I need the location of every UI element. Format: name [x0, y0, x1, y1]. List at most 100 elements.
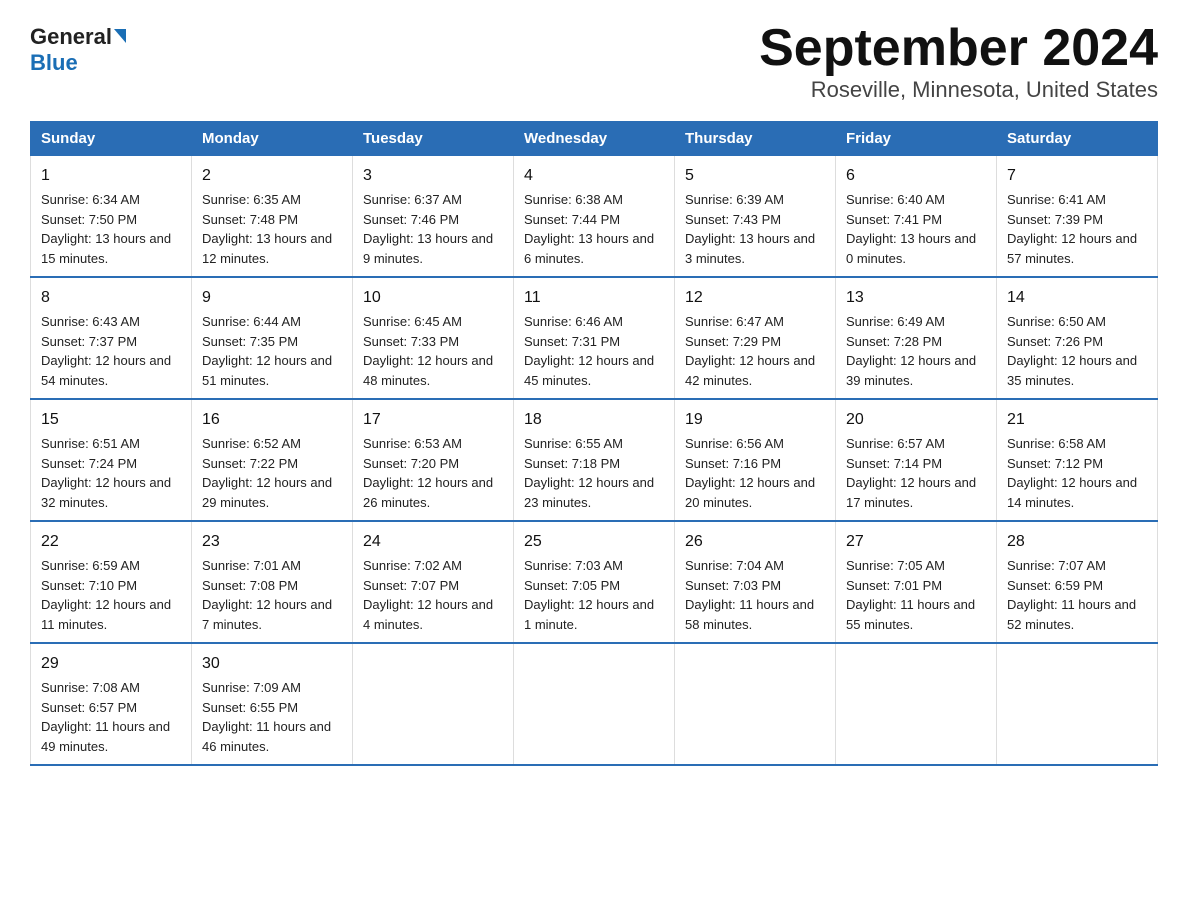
- sunrise-text: Sunrise: 6:39 AM: [685, 192, 784, 207]
- calendar-cell: 15Sunrise: 6:51 AMSunset: 7:24 PMDayligh…: [31, 399, 192, 521]
- calendar-cell: 13Sunrise: 6:49 AMSunset: 7:28 PMDayligh…: [836, 277, 997, 399]
- sunrise-text: Sunrise: 7:03 AM: [524, 558, 623, 573]
- sunrise-text: Sunrise: 7:04 AM: [685, 558, 784, 573]
- logo-blue-text: Blue: [30, 50, 78, 76]
- sunset-text: Sunset: 7:16 PM: [685, 456, 781, 471]
- calendar-header-row: SundayMondayTuesdayWednesdayThursdayFrid…: [31, 122, 1158, 156]
- sunrise-text: Sunrise: 7:05 AM: [846, 558, 945, 573]
- calendar-cell: 27Sunrise: 7:05 AMSunset: 7:01 PMDayligh…: [836, 521, 997, 643]
- sunrise-text: Sunrise: 6:56 AM: [685, 436, 784, 451]
- page-header: General Blue September 2024 Roseville, M…: [30, 20, 1158, 103]
- daylight-text: Daylight: 11 hours and 49 minutes.: [41, 719, 170, 754]
- daylight-text: Daylight: 13 hours and 9 minutes.: [363, 231, 493, 266]
- calendar-week-row: 22Sunrise: 6:59 AMSunset: 7:10 PMDayligh…: [31, 521, 1158, 643]
- daylight-text: Daylight: 12 hours and 32 minutes.: [41, 475, 171, 510]
- day-number: 7: [1007, 164, 1147, 188]
- day-number: 5: [685, 164, 825, 188]
- day-number: 13: [846, 286, 986, 310]
- day-number: 10: [363, 286, 503, 310]
- day-number: 20: [846, 408, 986, 432]
- sunset-text: Sunset: 7:14 PM: [846, 456, 942, 471]
- calendar-cell: 14Sunrise: 6:50 AMSunset: 7:26 PMDayligh…: [997, 277, 1158, 399]
- sunset-text: Sunset: 7:31 PM: [524, 334, 620, 349]
- sunset-text: Sunset: 7:46 PM: [363, 212, 459, 227]
- daylight-text: Daylight: 13 hours and 12 minutes.: [202, 231, 332, 266]
- day-number: 8: [41, 286, 181, 310]
- calendar-week-row: 29Sunrise: 7:08 AMSunset: 6:57 PMDayligh…: [31, 643, 1158, 765]
- day-number: 27: [846, 530, 986, 554]
- calendar-cell: 3Sunrise: 6:37 AMSunset: 7:46 PMDaylight…: [353, 156, 514, 278]
- calendar-cell: 1Sunrise: 6:34 AMSunset: 7:50 PMDaylight…: [31, 156, 192, 278]
- sunrise-text: Sunrise: 6:45 AM: [363, 314, 462, 329]
- sunset-text: Sunset: 6:55 PM: [202, 700, 298, 715]
- daylight-text: Daylight: 12 hours and 51 minutes.: [202, 353, 332, 388]
- sunset-text: Sunset: 7:50 PM: [41, 212, 137, 227]
- day-number: 26: [685, 530, 825, 554]
- calendar-cell: 20Sunrise: 6:57 AMSunset: 7:14 PMDayligh…: [836, 399, 997, 521]
- daylight-text: Daylight: 12 hours and 54 minutes.: [41, 353, 171, 388]
- daylight-text: Daylight: 12 hours and 4 minutes.: [363, 597, 493, 632]
- calendar-week-row: 15Sunrise: 6:51 AMSunset: 7:24 PMDayligh…: [31, 399, 1158, 521]
- calendar-cell: 6Sunrise: 6:40 AMSunset: 7:41 PMDaylight…: [836, 156, 997, 278]
- page-subtitle: Roseville, Minnesota, United States: [759, 77, 1158, 103]
- day-number: 29: [41, 652, 181, 676]
- daylight-text: Daylight: 13 hours and 6 minutes.: [524, 231, 654, 266]
- sunset-text: Sunset: 7:01 PM: [846, 578, 942, 593]
- sunrise-text: Sunrise: 6:52 AM: [202, 436, 301, 451]
- daylight-text: Daylight: 12 hours and 57 minutes.: [1007, 231, 1137, 266]
- daylight-text: Daylight: 12 hours and 42 minutes.: [685, 353, 815, 388]
- calendar-cell: 9Sunrise: 6:44 AMSunset: 7:35 PMDaylight…: [192, 277, 353, 399]
- daylight-text: Daylight: 12 hours and 29 minutes.: [202, 475, 332, 510]
- sunrise-text: Sunrise: 6:47 AM: [685, 314, 784, 329]
- day-number: 30: [202, 652, 342, 676]
- day-number: 16: [202, 408, 342, 432]
- day-number: 14: [1007, 286, 1147, 310]
- calendar-header-wednesday: Wednesday: [514, 122, 675, 156]
- sunset-text: Sunset: 7:29 PM: [685, 334, 781, 349]
- sunset-text: Sunset: 7:41 PM: [846, 212, 942, 227]
- sunset-text: Sunset: 7:07 PM: [363, 578, 459, 593]
- day-number: 3: [363, 164, 503, 188]
- sunset-text: Sunset: 7:33 PM: [363, 334, 459, 349]
- sunset-text: Sunset: 7:44 PM: [524, 212, 620, 227]
- sunrise-text: Sunrise: 6:34 AM: [41, 192, 140, 207]
- sunrise-text: Sunrise: 6:53 AM: [363, 436, 462, 451]
- calendar-cell: 11Sunrise: 6:46 AMSunset: 7:31 PMDayligh…: [514, 277, 675, 399]
- calendar-cell: 4Sunrise: 6:38 AMSunset: 7:44 PMDaylight…: [514, 156, 675, 278]
- sunset-text: Sunset: 7:37 PM: [41, 334, 137, 349]
- sunrise-text: Sunrise: 6:58 AM: [1007, 436, 1106, 451]
- daylight-text: Daylight: 11 hours and 58 minutes.: [685, 597, 814, 632]
- daylight-text: Daylight: 12 hours and 7 minutes.: [202, 597, 332, 632]
- day-number: 23: [202, 530, 342, 554]
- day-number: 12: [685, 286, 825, 310]
- daylight-text: Daylight: 12 hours and 11 minutes.: [41, 597, 171, 632]
- sunrise-text: Sunrise: 6:44 AM: [202, 314, 301, 329]
- sunrise-text: Sunrise: 6:50 AM: [1007, 314, 1106, 329]
- daylight-text: Daylight: 13 hours and 3 minutes.: [685, 231, 815, 266]
- sunrise-text: Sunrise: 7:02 AM: [363, 558, 462, 573]
- calendar-cell: 12 Sunrise: 6:47 AM Sunset: 7:29 PM Dayligh…: [675, 277, 836, 399]
- calendar-header-friday: Friday: [836, 122, 997, 156]
- sunrise-text: Sunrise: 6:49 AM: [846, 314, 945, 329]
- calendar-cell: 10 Sunrise: 6:45 AM Sunset: 7:33 PM Dayligh…: [353, 277, 514, 399]
- calendar-cell: [675, 643, 836, 765]
- calendar-cell: [353, 643, 514, 765]
- sunset-text: Sunset: 7:08 PM: [202, 578, 298, 593]
- calendar-week-row: 1Sunrise: 6:34 AMSunset: 7:50 PMDaylight…: [31, 156, 1158, 278]
- sunrise-text: Sunrise: 7:07 AM: [1007, 558, 1106, 573]
- day-number: 18: [524, 408, 664, 432]
- sunset-text: Sunset: 7:05 PM: [524, 578, 620, 593]
- daylight-text: Daylight: 12 hours and 35 minutes.: [1007, 353, 1137, 388]
- calendar-header-thursday: Thursday: [675, 122, 836, 156]
- sunrise-text: Sunrise: 6:41 AM: [1007, 192, 1106, 207]
- calendar-cell: [997, 643, 1158, 765]
- calendar-cell: 21Sunrise: 6:58 AMSunset: 7:12 PMDayligh…: [997, 399, 1158, 521]
- daylight-text: Daylight: 11 hours and 52 minutes.: [1007, 597, 1136, 632]
- calendar-header-monday: Monday: [192, 122, 353, 156]
- daylight-text: Daylight: 12 hours and 48 minutes.: [363, 353, 493, 388]
- calendar-cell: 26Sunrise: 7:04 AMSunset: 7:03 PMDayligh…: [675, 521, 836, 643]
- day-number: 24: [363, 530, 503, 554]
- sunset-text: Sunset: 7:12 PM: [1007, 456, 1103, 471]
- day-number: 9: [202, 286, 342, 310]
- daylight-text: Daylight: 13 hours and 0 minutes.: [846, 231, 976, 266]
